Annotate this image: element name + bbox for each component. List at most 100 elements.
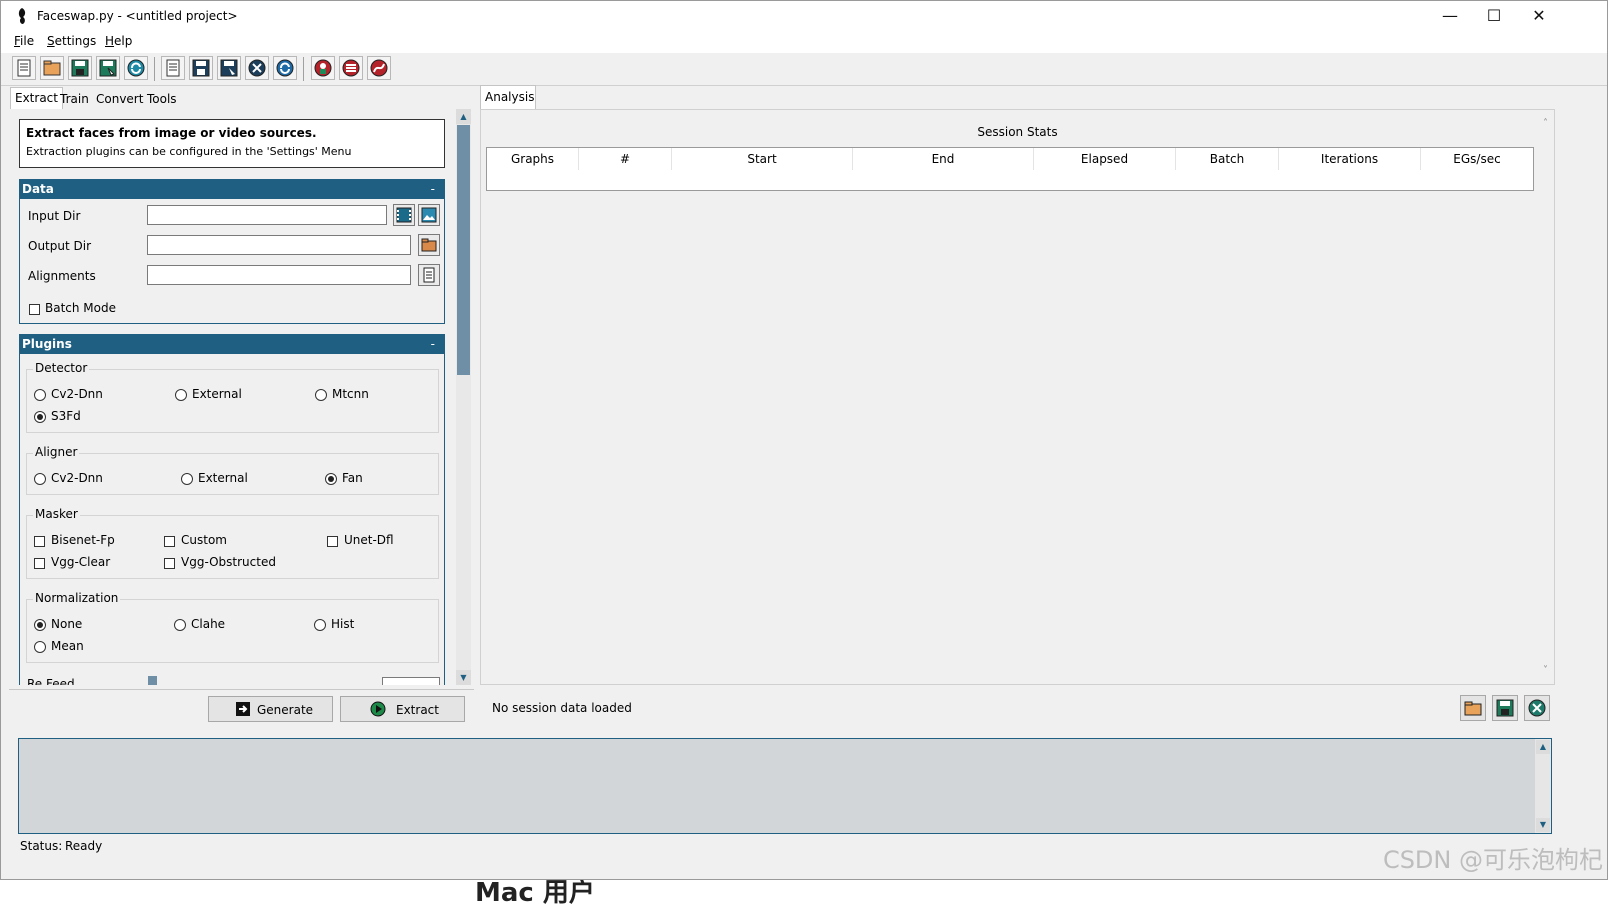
save-task-icon[interactable] [189, 56, 213, 80]
analysis-scroll-down-icon[interactable]: ˅ [1543, 665, 1548, 676]
masker-vgg-obstructed-checkbox[interactable] [164, 558, 175, 569]
alignments-field[interactable] [147, 265, 411, 285]
column-header-elapsed[interactable]: Elapsed [1034, 148, 1176, 170]
masker-bisenet-fp-checkbox[interactable] [34, 536, 45, 547]
reload-task-icon[interactable] [273, 56, 297, 80]
play-icon [370, 701, 386, 717]
maximize-button[interactable]: ☐ [1471, 1, 1517, 31]
open-project-icon[interactable] [40, 56, 64, 80]
extract-settings-icon[interactable] [311, 56, 335, 80]
new-task-icon[interactable] [161, 56, 185, 80]
detector-external-label: External [192, 387, 242, 401]
menu-settings[interactable]: Settings [47, 34, 96, 48]
console-scroll-down-icon[interactable]: ▼ [1536, 818, 1550, 832]
normalization-mean-label: Mean [51, 639, 84, 653]
scroll-up-arrow-icon[interactable]: ▲ [456, 109, 471, 124]
analysis-scroll-up-icon[interactable]: ˄ [1543, 118, 1548, 129]
normalization-hist-radio[interactable] [314, 619, 326, 631]
column-header-egs-per-sec[interactable]: EGs/sec [1421, 148, 1533, 170]
masker-custom-label: Custom [181, 533, 227, 547]
save-project-icon[interactable] [68, 56, 92, 80]
output-dir-field[interactable] [147, 235, 411, 255]
session-stats-heading: Session Stats [977, 125, 1058, 139]
load-session-button[interactable] [1460, 695, 1486, 721]
save-icon [1496, 699, 1514, 717]
data-section-title: Data [22, 182, 54, 196]
detector-mtcnn-label: Mtcnn [332, 387, 369, 401]
normalization-mean-radio[interactable] [34, 641, 46, 653]
detector-s3fd-radio[interactable] [34, 411, 46, 423]
input-dir-field[interactable] [147, 205, 387, 225]
console-output[interactable]: ▲ ▼ [18, 738, 1552, 834]
input-image-folder-button[interactable] [418, 204, 440, 226]
aligner-external-label: External [198, 471, 248, 485]
plugins-section-header[interactable]: Plugins - [19, 334, 445, 354]
watermark: CSDN @可乐泡枸杞 [1382, 846, 1603, 874]
tab-convert[interactable]: Convert [92, 89, 147, 109]
clear-task-icon[interactable] [245, 56, 269, 80]
save-as-project-icon[interactable] [96, 56, 120, 80]
alignments-browse-button[interactable] [418, 264, 440, 286]
column-header-iterations[interactable]: Iterations [1279, 148, 1421, 170]
normalization-none-radio[interactable] [34, 619, 46, 631]
plugins-section-collapse[interactable]: - [431, 334, 435, 354]
batch-mode-checkbox[interactable] [29, 304, 40, 315]
masker-vgg-clear-checkbox[interactable] [34, 558, 45, 569]
console-scrollbar[interactable]: ▲ ▼ [1535, 739, 1551, 833]
generate-button[interactable]: Generate [208, 696, 333, 722]
menu-help[interactable]: Help [105, 34, 132, 48]
re-feed-label: Re Feed [27, 677, 75, 685]
console-scroll-up-icon[interactable]: ▲ [1536, 740, 1550, 754]
aligner-cv2-dnn-radio[interactable] [34, 473, 46, 485]
save-as-task-icon[interactable] [217, 56, 241, 80]
output-dir-browse-button[interactable] [418, 234, 440, 256]
reload-project-icon[interactable] [124, 56, 148, 80]
re-feed-slider-handle[interactable] [148, 676, 157, 685]
generate-label: Generate [257, 703, 314, 717]
generate-icon [236, 702, 250, 716]
column-header-batch[interactable]: Batch [1176, 148, 1279, 170]
scroll-down-arrow-icon[interactable]: ▼ [456, 670, 471, 685]
normalization-none-label: None [51, 617, 83, 631]
tab-tools[interactable]: Tools [143, 89, 181, 109]
output-dir-label: Output Dir [28, 239, 92, 253]
tab-train[interactable]: Train [56, 89, 93, 109]
normalization-title: Normalization [33, 591, 121, 605]
detector-mtcnn-radio[interactable] [315, 389, 327, 401]
column-header-start[interactable]: Start [672, 148, 853, 170]
new-project-icon[interactable] [12, 56, 36, 80]
detector-title: Detector [33, 361, 90, 375]
extract-button[interactable]: Extract [340, 696, 465, 722]
menu-file[interactable]: File [14, 34, 34, 48]
status-label: Status: [20, 839, 63, 853]
convert-settings-icon[interactable] [367, 56, 391, 80]
detector-cv2-dnn-radio[interactable] [34, 389, 46, 401]
toolbar-separator [303, 57, 304, 81]
data-section-collapse[interactable]: - [431, 179, 435, 199]
masker-custom-checkbox[interactable] [164, 536, 175, 547]
close-window-button[interactable]: ✕ [1516, 1, 1562, 31]
normalization-group: Normalization None Clahe Hist Mean [26, 591, 439, 663]
data-section-header[interactable]: Data - [19, 179, 445, 199]
toolbar-separator [154, 57, 155, 81]
clear-session-button[interactable] [1524, 695, 1550, 721]
status-value: Ready [65, 839, 103, 853]
extract-options-panel: Extract faces from image or video source… [9, 109, 454, 685]
normalization-clahe-radio[interactable] [174, 619, 186, 631]
masker-unet-dfl-checkbox[interactable] [327, 536, 338, 547]
train-settings-icon[interactable] [339, 56, 363, 80]
column-header-number[interactable]: # [579, 148, 672, 170]
input-video-button[interactable] [393, 204, 415, 226]
aligner-external-radio[interactable] [181, 473, 193, 485]
minimize-button[interactable]: — [1427, 1, 1473, 31]
options-scrollbar[interactable]: ▲ ▼ [456, 109, 471, 685]
column-header-graphs[interactable]: Graphs [487, 148, 579, 170]
aligner-fan-radio[interactable] [325, 473, 337, 485]
re-feed-value-field[interactable] [382, 677, 440, 685]
tab-analysis[interactable]: Analysis [480, 85, 536, 109]
detector-external-radio[interactable] [175, 389, 187, 401]
scrollbar-thumb[interactable] [457, 125, 470, 375]
normalization-clahe-label: Clahe [191, 617, 226, 631]
column-header-end[interactable]: End [853, 148, 1034, 170]
save-session-button[interactable] [1492, 695, 1518, 721]
